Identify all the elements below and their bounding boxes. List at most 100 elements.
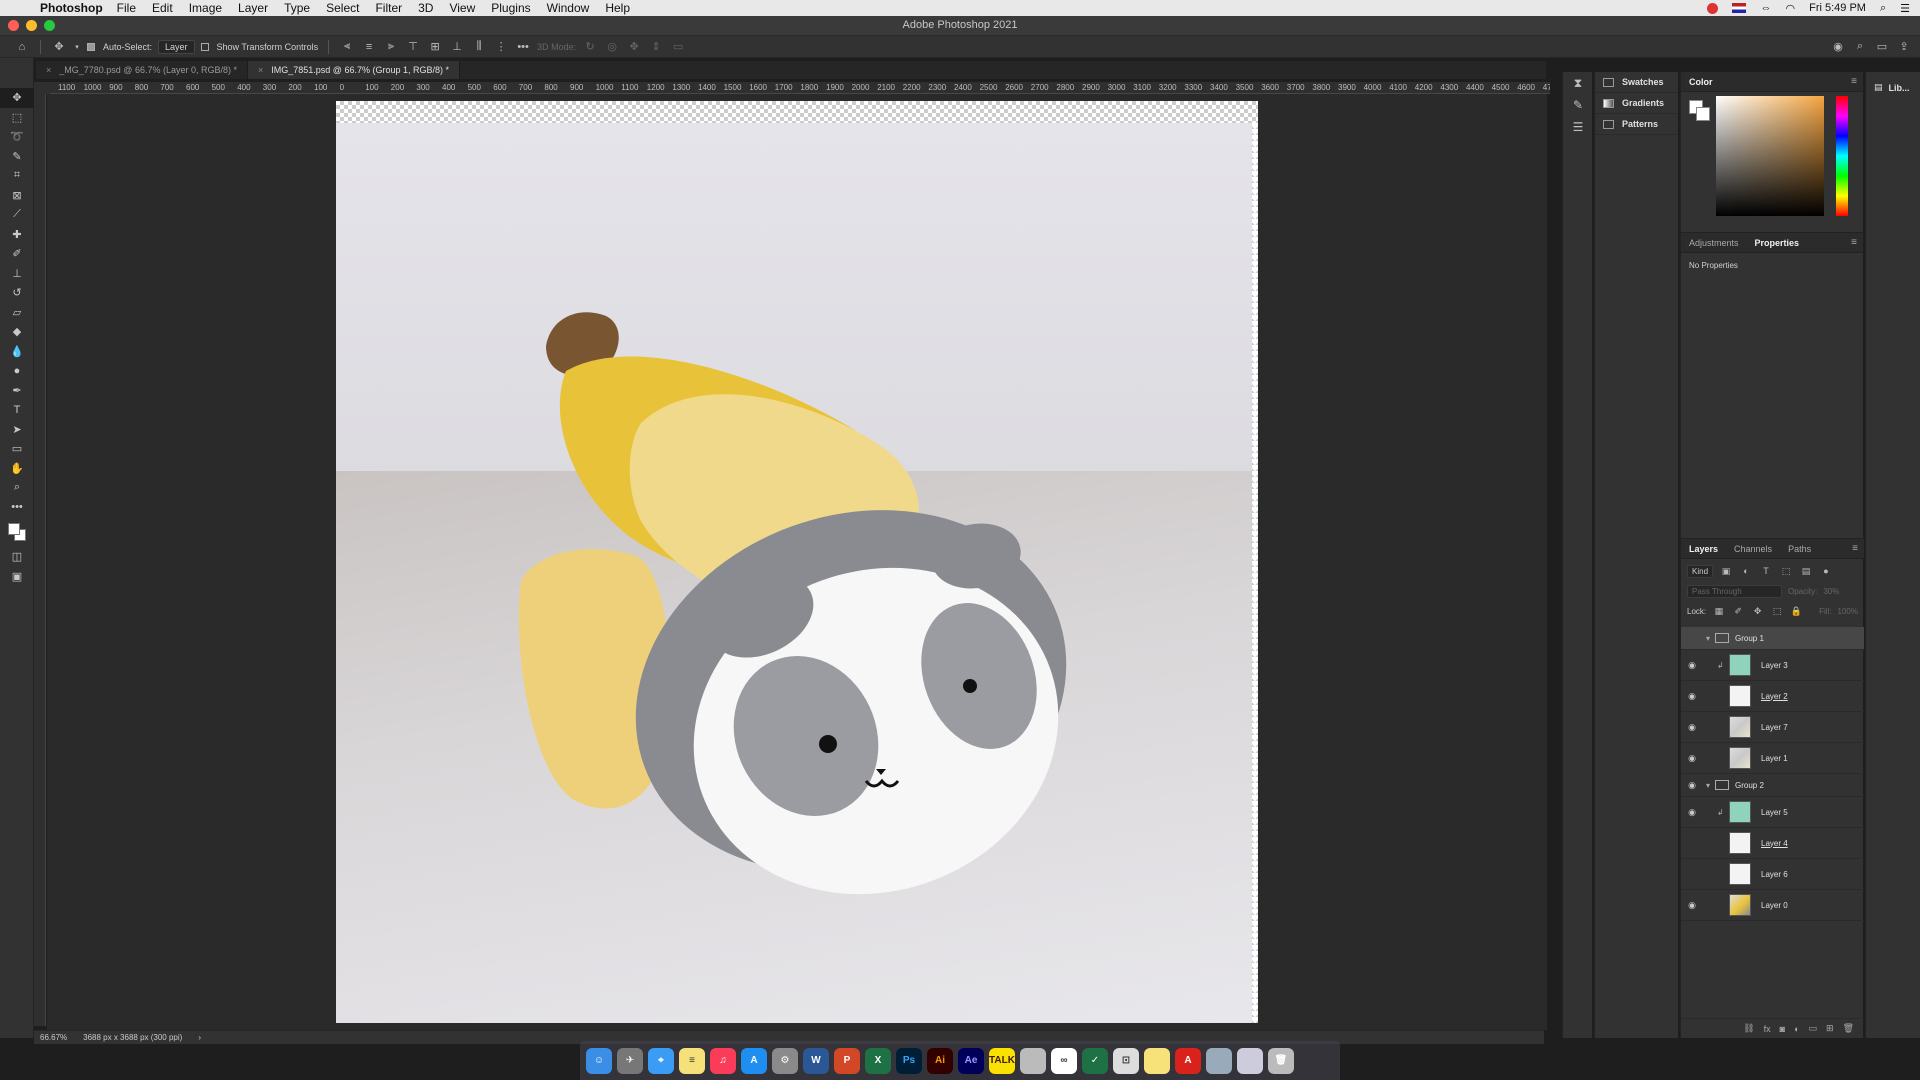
brush-tool-icon[interactable]: ✐	[0, 244, 34, 264]
menu-app-photoshop[interactable]: Photoshop	[40, 1, 103, 15]
visibility-eye-icon[interactable]: ◉	[1681, 753, 1703, 764]
menu-window[interactable]: Window	[547, 1, 590, 15]
music-icon[interactable]: ♫	[710, 1047, 736, 1074]
kakaotalk-icon[interactable]: TALK	[989, 1047, 1015, 1074]
auto-select-dropdown[interactable]: Layer	[158, 39, 195, 54]
marquee-tool-icon[interactable]: ⬚	[0, 108, 34, 128]
menu-edit[interactable]: Edit	[152, 1, 173, 15]
lock-artboard-icon[interactable]: ⬚	[1770, 605, 1783, 617]
rectangle-tool-icon[interactable]: ▭	[0, 439, 34, 459]
visibility-eye-icon[interactable]: ◉	[1681, 780, 1703, 791]
eyedropper-tool-icon[interactable]: ⟋	[0, 205, 34, 225]
share-icon[interactable]: ⇪	[1896, 40, 1912, 54]
filter-type-icon[interactable]: T	[1759, 565, 1773, 577]
adjustment-layer-icon[interactable]: ◐	[1794, 1024, 1799, 1034]
layer-name[interactable]: Layer 3	[1761, 661, 1788, 670]
layer-row-group-2[interactable]: ◉ ▾ Group 2	[1681, 774, 1864, 797]
patterns-panel-tab[interactable]: Patterns	[1595, 114, 1678, 135]
app-store-icon[interactable]: A	[741, 1047, 767, 1074]
layer-name[interactable]: Group 1	[1735, 634, 1764, 643]
visibility-eye-icon[interactable]: ◉	[1681, 633, 1703, 644]
layer-name[interactable]: Layer 4	[1761, 839, 1788, 848]
layer-row-group-1[interactable]: ◉ ▾ Group 1	[1681, 627, 1864, 650]
layer-name[interactable]: Group 2	[1735, 781, 1764, 790]
after-effects-icon[interactable]: Ae	[958, 1047, 984, 1074]
layer-row-layer-5[interactable]: ◉ ↲ Layer 5	[1681, 797, 1864, 828]
control-center-icon[interactable]: ☰	[1900, 2, 1910, 15]
align-middle-icon[interactable]: ⊞	[427, 40, 443, 54]
move-tool-icon[interactable]: ✥	[51, 40, 67, 54]
tab-adjustments[interactable]: Adjustments	[1689, 238, 1739, 248]
3d-scale-icon[interactable]: ▭	[670, 40, 686, 54]
document-info[interactable]: 3688 px x 3688 px (300 ppi)	[83, 1033, 182, 1042]
photoshop-icon[interactable]: Ps	[896, 1047, 922, 1074]
blur-tool-icon[interactable]: 💧	[0, 342, 34, 362]
close-tab-icon[interactable]: ×	[258, 65, 263, 75]
tab-properties[interactable]: Properties	[1755, 238, 1800, 248]
gradients-panel-tab[interactable]: Gradients	[1595, 93, 1678, 114]
visibility-eye-icon[interactable]: ◉	[1681, 807, 1703, 818]
layer-style-icon[interactable]: fx	[1764, 1024, 1771, 1034]
acrobat-icon[interactable]: A	[1175, 1047, 1201, 1074]
layer-name[interactable]: Layer 0	[1761, 901, 1788, 910]
notes-icon[interactable]: ≡	[679, 1047, 705, 1074]
wifi-icon[interactable]: ◠	[1785, 2, 1795, 15]
zoom-tool-icon[interactable]: ⌕	[0, 478, 34, 498]
line-icon[interactable]: ∞	[1051, 1047, 1077, 1074]
3d-pan-icon[interactable]: ✥	[626, 40, 642, 54]
visibility-eye-icon[interactable]: ◉	[1681, 660, 1703, 671]
healing-brush-tool-icon[interactable]: ✚	[0, 225, 34, 245]
safari-icon[interactable]: ⌖	[648, 1047, 674, 1074]
battery-icon[interactable]: ⇔	[1760, 2, 1771, 14]
menu-3d[interactable]: 3D	[418, 1, 433, 15]
trash-icon[interactable]: 🗑	[1843, 1023, 1854, 1034]
align-right-icon[interactable]: ⫸	[383, 40, 399, 54]
opacity-value[interactable]: 30%	[1823, 587, 1839, 596]
trash-icon[interactable]: 🗑	[1268, 1047, 1294, 1074]
align-top-icon[interactable]: ⊤	[405, 40, 421, 54]
screen-mode-icon[interactable]: ▣	[0, 567, 34, 587]
word-icon[interactable]: W	[803, 1047, 829, 1074]
panel-menu-icon[interactable]: ≡	[1851, 76, 1857, 87]
visibility-eye-icon[interactable]: ◉	[1681, 838, 1703, 849]
history-panel-icon[interactable]: ⧗	[1563, 72, 1593, 94]
chevron-down-icon[interactable]: ▾	[1703, 781, 1713, 790]
chevron-down-icon[interactable]: ▾	[1703, 634, 1713, 643]
layer-row-layer-1[interactable]: ◉ Layer 1	[1681, 743, 1864, 774]
tab-paths[interactable]: Paths	[1788, 544, 1811, 554]
pen-tool-icon[interactable]: ✒	[0, 381, 34, 401]
menu-plugins[interactable]: Plugins	[491, 1, 530, 15]
canvas-area[interactable]	[47, 94, 1547, 1030]
filter-smart-object-icon[interactable]: ▤	[1799, 565, 1813, 577]
align-center-icon[interactable]: ≡	[361, 40, 377, 54]
share-user-icon[interactable]: ◉	[1830, 40, 1846, 54]
panel-menu-icon[interactable]: ≡	[1851, 237, 1857, 248]
show-transform-checkbox[interactable]	[200, 42, 209, 51]
3d-orbit-icon[interactable]: ↻	[582, 40, 598, 54]
tab-img-7851[interactable]: × IMG_7851.psd @ 66.7% (Group 1, RGB/8) …	[248, 61, 460, 79]
vertical-ruler[interactable]	[34, 94, 46, 1026]
system-preferences-icon[interactable]: ⚙	[772, 1047, 798, 1074]
horizontal-ruler[interactable]: 1100 1000 900 800 700 600 500 400 300 200 100 0 100 2…	[50, 82, 1550, 94]
quick-mask-icon[interactable]: ◫	[0, 547, 34, 567]
link-layers-icon[interactable]: ⛓	[1743, 1023, 1754, 1034]
layer-row-layer-0[interactable]: ◉ Layer 0	[1681, 890, 1864, 921]
layer-row-layer-6[interactable]: ◉ Layer 6	[1681, 859, 1864, 890]
preview-icon[interactable]: ⊡	[1113, 1047, 1139, 1074]
visibility-eye-icon[interactable]: ◉	[1681, 722, 1703, 733]
menu-view[interactable]: View	[449, 1, 475, 15]
zoom-level[interactable]: 66.67%	[40, 1033, 67, 1042]
layer-row-layer-4[interactable]: ◉ Layer 4	[1681, 828, 1864, 859]
lasso-tool-icon[interactable]: ➰	[0, 127, 34, 147]
hue-slider[interactable]	[1836, 96, 1848, 216]
paint-bucket-tool-icon[interactable]: ◆	[0, 322, 34, 342]
3d-slide-icon[interactable]: ⇕	[648, 40, 664, 54]
visibility-eye-icon[interactable]: ◉	[1681, 691, 1703, 702]
chevron-right-icon[interactable]: ›	[198, 1033, 201, 1042]
lock-transparent-icon[interactable]: ▦	[1712, 605, 1725, 617]
move-tool-icon[interactable]: ✥	[0, 88, 34, 108]
illustrator-icon[interactable]: Ai	[927, 1047, 953, 1074]
workspace-icon[interactable]: ▭	[1874, 40, 1890, 54]
menu-type[interactable]: Type	[284, 1, 310, 15]
align-bottom-icon[interactable]: ⊥	[449, 40, 465, 54]
